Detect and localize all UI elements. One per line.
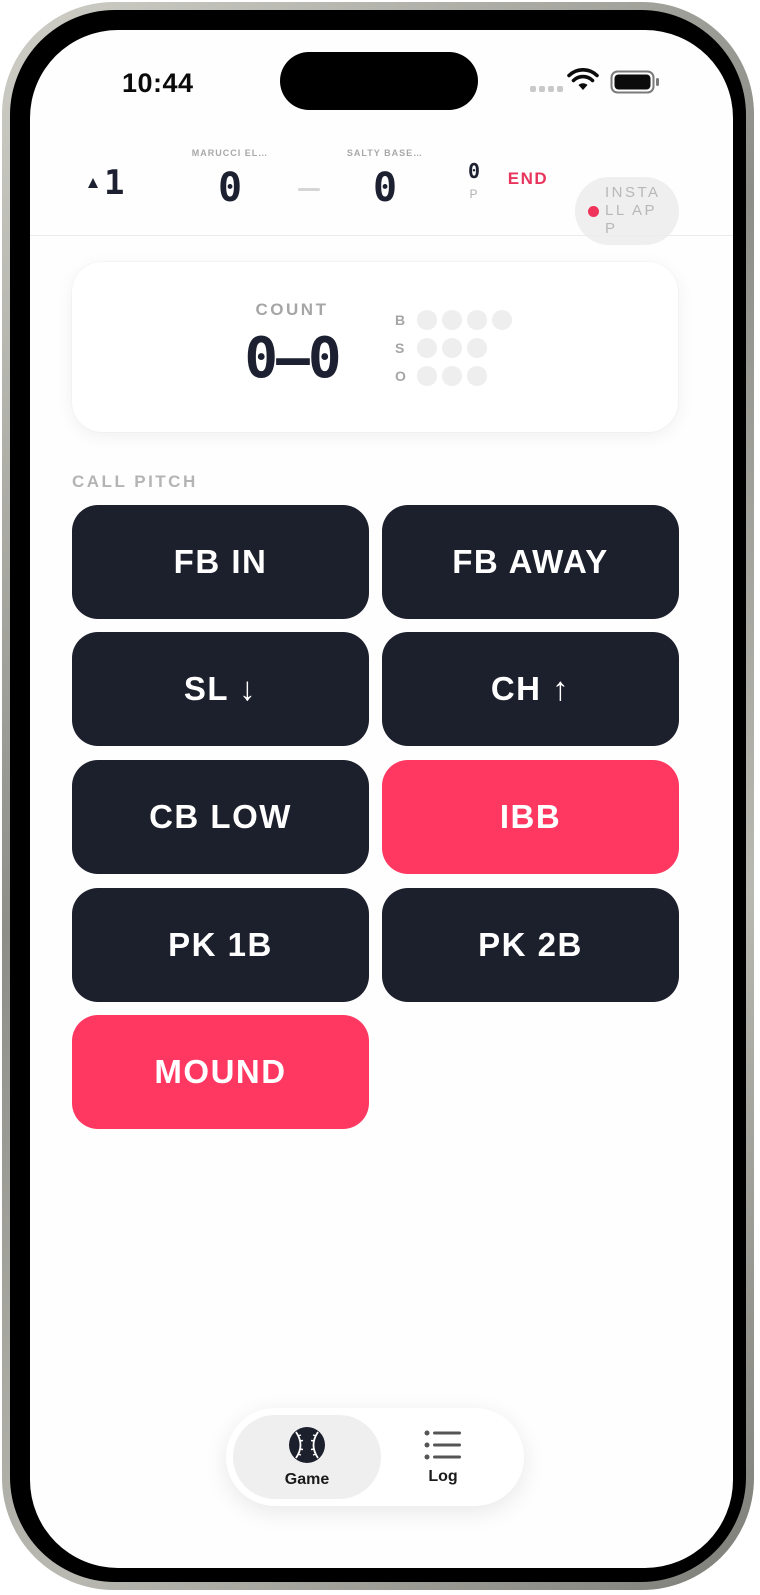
strike-dot	[467, 338, 487, 358]
pitch-button-changeup-up[interactable]: CH ↑	[382, 632, 679, 746]
count-label: COUNT	[255, 300, 329, 319]
end-game-button[interactable]: END	[500, 169, 556, 189]
balls-row: B	[395, 310, 517, 330]
tab-bar: Game Log	[226, 1408, 524, 1506]
strikes-row: S	[395, 338, 492, 358]
pitch-button-ibb[interactable]: IBB	[382, 760, 679, 874]
pitch-count: 0	[467, 159, 481, 183]
count-card: COUNT 0–0 B S O	[72, 262, 678, 432]
list-icon	[424, 1430, 461, 1460]
strike-dot	[442, 338, 462, 358]
install-app-label: INSTALL APP	[605, 184, 661, 237]
home-team-name: SALTY BASE…	[346, 148, 424, 158]
out-dot	[417, 366, 437, 386]
install-indicator-dot	[588, 206, 599, 217]
pitch-button-slider-down[interactable]: SL ↓	[72, 632, 369, 746]
pitch-button-fb-in[interactable]: FB IN	[72, 505, 369, 619]
count-value: 0–0	[244, 326, 341, 391]
pitch-count-label: P	[469, 187, 479, 201]
ball-dot	[492, 310, 512, 330]
pitch-button-fb-away[interactable]: FB AWAY	[382, 505, 679, 619]
tab-log[interactable]: Log	[369, 1415, 517, 1499]
balls-label: B	[395, 312, 406, 328]
pitch-button-cb-low[interactable]: CB LOW	[72, 760, 369, 874]
ball-dot	[417, 310, 437, 330]
strikes-label: S	[395, 340, 405, 356]
app-screen: 10:44 1 MARUCCI EL… 0 SALTY BASE… 0 0 P …	[30, 30, 733, 1568]
dynamic-island	[280, 52, 478, 110]
out-dot	[442, 366, 462, 386]
inning-number: 1	[104, 163, 125, 203]
outs-label: O	[395, 368, 406, 384]
pitch-button-pickoff-1b[interactable]: PK 1B	[72, 888, 369, 1002]
outs-row: O	[395, 366, 492, 386]
baseball-icon	[289, 1427, 325, 1463]
tab-log-label: Log	[428, 1468, 458, 1485]
tab-game-label: Game	[284, 1471, 330, 1488]
top-inning-arrow-icon	[88, 178, 98, 188]
scoreboard-header: 1 MARUCCI EL… 0 SALTY BASE… 0 0 P END IN…	[30, 145, 733, 245]
cellular-signal-icon	[530, 86, 563, 92]
ball-dot	[467, 310, 487, 330]
score-separator	[298, 188, 320, 191]
away-team-name: MARUCCI EL…	[191, 148, 269, 158]
wifi-icon	[567, 68, 599, 90]
header-divider	[30, 235, 733, 236]
battery-icon	[610, 70, 659, 94]
pitch-button-mound[interactable]: MOUND	[72, 1015, 369, 1129]
pitch-button-pickoff-2b[interactable]: PK 2B	[382, 888, 679, 1002]
call-pitch-label: CALL PITCH	[72, 472, 198, 491]
strike-dot	[417, 338, 437, 358]
away-team-score: 0	[217, 165, 243, 211]
out-dot	[467, 366, 487, 386]
inning-indicator: 1	[88, 163, 124, 203]
tab-game[interactable]: Game	[233, 1415, 381, 1499]
status-time: 10:44	[122, 68, 194, 98]
ball-dot	[442, 310, 462, 330]
home-team-score: 0	[372, 165, 398, 211]
